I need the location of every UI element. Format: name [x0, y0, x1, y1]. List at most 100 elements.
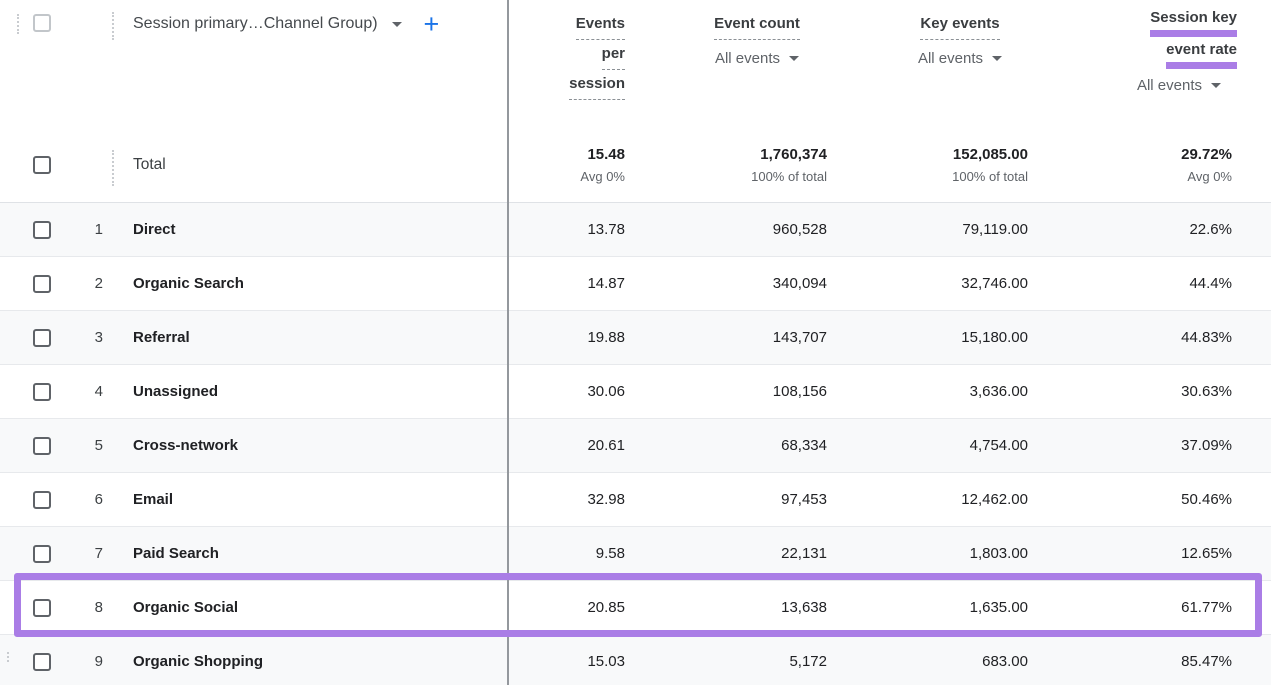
total-cell: 1,760,374100% of total [642, 128, 842, 202]
filter-label: All events [715, 50, 780, 67]
sort-events-per-session[interactable]: per [602, 40, 625, 70]
header-session-key-event-rate: Session key event rate All events [1042, 0, 1271, 128]
row-number: 2 [89, 275, 103, 292]
cell-session-key-event-rate: 37.09% [1042, 419, 1271, 472]
cell-events-per-session: 9.58 [507, 527, 642, 580]
cell-event-count: 13,638 [642, 581, 842, 634]
table-row: 9 Organic Shopping 15.03 5,172 683.00 85… [0, 634, 1271, 685]
sort-key-events[interactable]: Key events [920, 10, 999, 40]
row-number: 5 [89, 437, 103, 454]
cell-session-key-event-rate: 44.4% [1042, 257, 1271, 310]
cell-key-events: 1,803.00 [842, 527, 1042, 580]
cell-event-count: 68,334 [642, 419, 842, 472]
row-checkbox[interactable] [33, 437, 51, 455]
header-events-per-session: Events per session [507, 0, 642, 128]
cell-session-key-event-rate: 12.65% [1042, 527, 1271, 580]
total-cell: 152,085.00100% of total [842, 128, 1042, 202]
cell-session-key-event-rate: 30.63% [1042, 365, 1271, 418]
cell-key-events: 32,746.00 [842, 257, 1042, 310]
row-number: 6 [89, 491, 103, 508]
row-number: 9 [89, 653, 103, 670]
column-resize-handle[interactable] [17, 14, 19, 34]
cell-events-per-session: 13.78 [507, 203, 642, 256]
cell-event-count: 143,707 [642, 311, 842, 364]
cell-event-count: 97,453 [642, 473, 842, 526]
cell-session-key-event-rate: 61.77% [1042, 581, 1271, 634]
dimension-header-cell: Session primary…Channel Group) + [110, 0, 507, 128]
cell-key-events: 12,462.00 [842, 473, 1042, 526]
cell-session-key-event-rate: 22.6% [1042, 203, 1271, 256]
row-checkbox[interactable] [33, 221, 51, 239]
filter-label: All events [1137, 77, 1202, 94]
cell-key-events: 3,636.00 [842, 365, 1042, 418]
row-dimension: Organic Search [110, 257, 507, 310]
cell-event-count: 960,528 [642, 203, 842, 256]
dimension-dropdown[interactable]: Session primary…Channel Group) + [133, 0, 439, 35]
cell-events-per-session: 20.85 [507, 581, 642, 634]
filter-label: All events [918, 50, 983, 67]
sort-events-per-session[interactable]: session [569, 70, 625, 100]
row-checkbox[interactable] [33, 275, 51, 293]
row-checkbox[interactable] [33, 491, 51, 509]
column-resize-handle[interactable] [7, 652, 9, 662]
total-cell: 15.48Avg 0% [507, 128, 642, 202]
cell-key-events: 683.00 [842, 635, 1042, 685]
row-checkbox[interactable] [33, 156, 51, 174]
chevron-down-icon [392, 22, 402, 27]
select-all-checkbox[interactable] [33, 14, 51, 32]
row-dimension: Organic Social [110, 581, 507, 634]
header-key-events: Key events All events [842, 0, 1042, 128]
row-dimension: Referral [110, 311, 507, 364]
table-row: 3 Referral 19.88 143,707 15,180.00 44.83… [0, 310, 1271, 364]
row-number: 7 [89, 545, 103, 562]
sort-events-per-session[interactable]: Events [576, 10, 625, 40]
chevron-down-icon [992, 56, 1002, 61]
row-checkbox[interactable] [33, 383, 51, 401]
sort-session-key-event-rate[interactable]: event rate [1166, 40, 1237, 69]
total-cell: 29.72%Avg 0% [1042, 128, 1271, 202]
row-dimension: Cross-network [110, 419, 507, 472]
row-dimension: Paid Search [110, 527, 507, 580]
column-resize-handle[interactable] [112, 12, 114, 40]
row-number: 3 [89, 329, 103, 346]
row-checkbox[interactable] [33, 599, 51, 617]
column-divider[interactable] [507, 0, 509, 685]
ga4-report-table: Session primary…Channel Group) + Events … [0, 0, 1271, 685]
cell-key-events: 4,754.00 [842, 419, 1042, 472]
row-checkbox[interactable] [33, 329, 51, 347]
row-dimension: Organic Shopping [110, 635, 507, 685]
row-number: 8 [89, 599, 103, 616]
cell-events-per-session: 14.87 [507, 257, 642, 310]
table-row: 2 Organic Search 14.87 340,094 32,746.00… [0, 256, 1271, 310]
column-resize-handle[interactable] [112, 150, 114, 186]
table-row: 4 Unassigned 30.06 108,156 3,636.00 30.6… [0, 364, 1271, 418]
cell-key-events: 15,180.00 [842, 311, 1042, 364]
cell-events-per-session: 30.06 [507, 365, 642, 418]
header-event-count: Event count All events [642, 0, 842, 128]
cell-event-count: 340,094 [642, 257, 842, 310]
row-checkbox[interactable] [33, 653, 51, 671]
cell-events-per-session: 19.88 [507, 311, 642, 364]
cell-event-count: 22,131 [642, 527, 842, 580]
cell-session-key-event-rate: 44.83% [1042, 311, 1271, 364]
row-number: 1 [89, 221, 103, 238]
total-row: Total 15.48Avg 0% 1,760,374100% of total… [0, 128, 1271, 202]
row-number: 4 [89, 383, 103, 400]
session-key-event-rate-filter-dropdown[interactable]: All events [1042, 77, 1221, 94]
add-dimension-button[interactable]: + [424, 13, 440, 35]
chevron-down-icon [1211, 83, 1221, 88]
row-checkbox[interactable] [33, 545, 51, 563]
row-dimension: Email [110, 473, 507, 526]
cell-key-events: 79,119.00 [842, 203, 1042, 256]
sort-event-count[interactable]: Event count [714, 10, 800, 40]
cell-events-per-session: 32.98 [507, 473, 642, 526]
cell-key-events: 1,635.00 [842, 581, 1042, 634]
table-row: 1 Direct 13.78 960,528 79,119.00 22.6% [0, 202, 1271, 256]
cell-events-per-session: 20.61 [507, 419, 642, 472]
row-dimension: Unassigned [110, 365, 507, 418]
cell-session-key-event-rate: 50.46% [1042, 473, 1271, 526]
table-row: 6 Email 32.98 97,453 12,462.00 50.46% [0, 472, 1271, 526]
key-events-filter-dropdown[interactable]: All events [878, 50, 1042, 67]
sort-session-key-event-rate[interactable]: Session key [1150, 8, 1237, 37]
event-count-filter-dropdown[interactable]: All events [672, 50, 842, 67]
